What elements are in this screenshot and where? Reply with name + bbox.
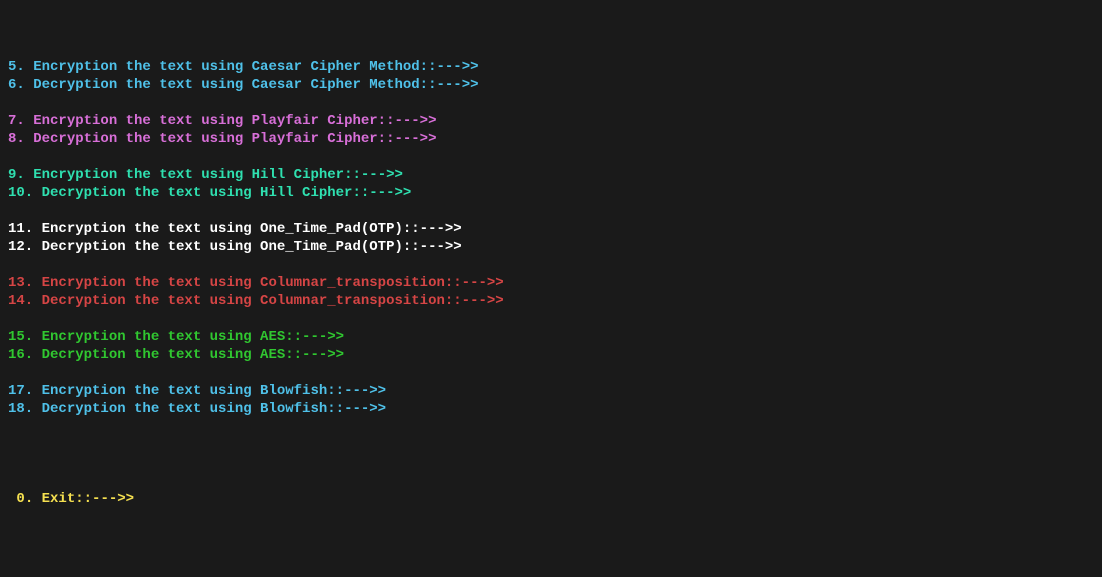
menu-tail: :--->> [411,239,461,255]
menu-tail: :--->> [84,491,134,507]
menu-label: Decryption the text using Playfair Ciphe… [33,131,386,147]
blank-line [8,364,1094,382]
menu-label: Encryption the text using Columnar_trans… [42,275,454,291]
menu-num: 5. [8,59,33,75]
menu-label: Encryption the text using AES: [42,329,294,345]
menu-label: Encryption the text using One_Time_Pad(O… [42,221,412,237]
menu-item: 13. Encryption the text using Columnar_t… [8,274,1094,292]
menu-num: 14. [8,293,42,309]
menu-label: Decryption the text using One_Time_Pad(O… [42,239,412,255]
menu-num: 17. [8,383,42,399]
menu-item: 17. Encryption the text using Blowfish::… [8,382,1094,400]
menu-tail: :--->> [336,383,386,399]
menu-num: 7. [8,113,33,129]
menu-item: 16. Decryption the text using AES::--->> [8,346,1094,364]
menu-num: 0. [8,491,42,507]
menu-tail: :--->> [336,401,386,417]
blank-line [8,256,1094,274]
menu-item: 5. Encryption the text using Caesar Ciph… [8,58,1094,76]
blank-line [8,562,1094,577]
menu-label: Decryption the text using AES: [42,347,294,363]
menu-tail: :--->> [294,329,344,345]
menu-item: 18. Decryption the text using Blowfish::… [8,400,1094,418]
menu-label: Encryption the text using Caesar Cipher … [33,59,428,75]
menu-item: 11. Encryption the text using One_Time_P… [8,220,1094,238]
menu-tail: :--->> [428,59,478,75]
menu-label: Encryption the text using Hill Cipher: [33,167,352,183]
menu-tail: :--->> [386,131,436,147]
menu-label: Encryption the text using Blowfish: [42,383,336,399]
menu-item: 12. Decryption the text using One_Time_P… [8,238,1094,256]
blank-line [8,310,1094,328]
menu-item-exit: 0. Exit::--->> [8,490,1094,508]
menu-num: 13. [8,275,42,291]
menu-label: Encryption the text using Playfair Ciphe… [33,113,386,129]
menu-tail: :--->> [453,293,503,309]
menu-list: 5. Encryption the text using Caesar Ciph… [8,58,1094,436]
menu-num: 6. [8,77,33,93]
terminal-output: 5. Encryption the text using Caesar Ciph… [0,0,1102,577]
menu-tail: :--->> [294,347,344,363]
menu-item: 7. Encryption the text using Playfair Ci… [8,112,1094,130]
menu-tail: :--->> [411,221,461,237]
menu-item: 10. Decryption the text using Hill Ciphe… [8,184,1094,202]
menu-num: 16. [8,347,42,363]
menu-item: 9. Encryption the text using Hill Cipher… [8,166,1094,184]
menu-tail: :--->> [453,275,503,291]
blank-line [8,202,1094,220]
menu-num: 18. [8,401,42,417]
menu-label: Decryption the text using Columnar_trans… [42,293,454,309]
menu-tail: :--->> [386,113,436,129]
menu-num: 10. [8,185,42,201]
menu-num: 15. [8,329,42,345]
menu-item: 8. Decryption the text using Playfair Ci… [8,130,1094,148]
menu-item: 15. Encryption the text using AES::--->> [8,328,1094,346]
menu-num: 9. [8,167,33,183]
menu-tail: :--->> [428,77,478,93]
menu-tail: :--->> [352,167,402,183]
blank-line [8,148,1094,166]
menu-label: Exit: [42,491,84,507]
menu-label: Decryption the text using Hill Cipher: [42,185,361,201]
menu-label: Decryption the text using Blowfish: [42,401,336,417]
blank-line [8,94,1094,112]
menu-num: 11. [8,221,42,237]
menu-label: Decryption the text using Caesar Cipher … [33,77,428,93]
blank-line [8,418,1094,436]
menu-item: 14. Decryption the text using Columnar_t… [8,292,1094,310]
menu-num: 12. [8,239,42,255]
menu-tail: :--->> [361,185,411,201]
menu-num: 8. [8,131,33,147]
menu-item: 6. Decryption the text using Caesar Ciph… [8,76,1094,94]
